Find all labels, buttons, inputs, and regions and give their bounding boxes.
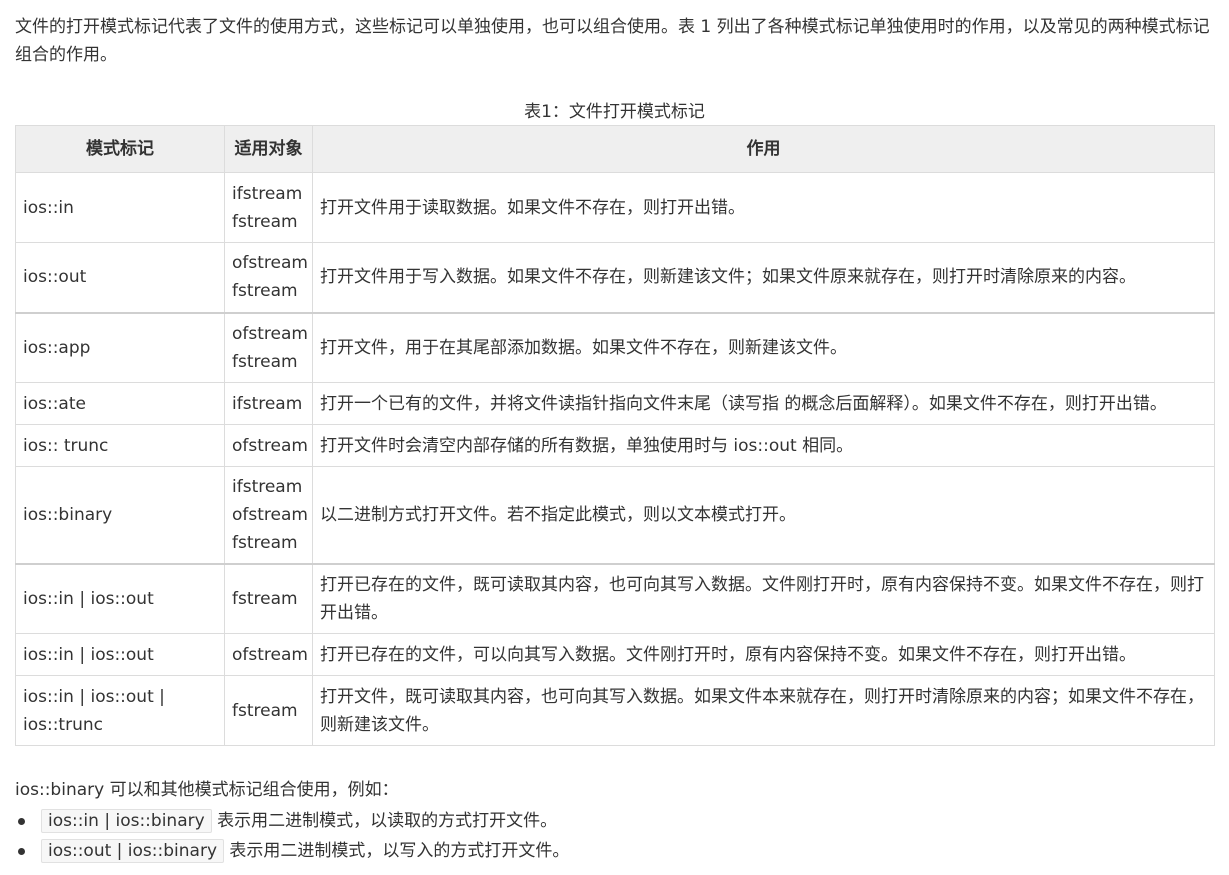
effect-cell: 打开文件用于写入数据。如果文件不存在，则新建该文件；如果文件原来就存在，则打开时… <box>312 242 1215 313</box>
target-cell: fstream <box>224 675 313 746</box>
target-item: fstream <box>232 700 298 721</box>
flag-cell: ios::in | ios::out <box>15 562 225 634</box>
target-item: ifstream <box>232 476 303 497</box>
target-cell: ifstream ofstream fstream <box>224 466 313 564</box>
target-item: fstream <box>232 532 298 553</box>
table-header-row: 模式标记 适用对象 作用 <box>15 125 1215 173</box>
example-text: 表示用二进制模式，以写入的方式打开文件。 <box>229 841 570 861</box>
table-row: ios::binary ifstream ofstream fstream 以二… <box>15 466 1215 564</box>
effect-cell: 打开已存在的文件，既可读取其内容，也可向其写入数据。文件刚打开时，原有内容保持不… <box>312 562 1215 634</box>
table-row: ios::ate ifstream 打开一个已有的文件，并将文件读指针指向文件末… <box>15 382 1215 425</box>
target-cell: ofstream <box>224 424 313 467</box>
target-cell: ifstream fstream <box>224 172 313 243</box>
effect-cell: 打开文件用于读取数据。如果文件不存在，则打开出错。 <box>312 172 1215 243</box>
table-caption: 表1：文件打开模式标记 <box>524 102 705 122</box>
bullet-icon <box>18 848 25 855</box>
target-item: ifstream <box>232 393 303 414</box>
target-item: fstream <box>232 588 298 609</box>
target-item: ifstream <box>232 183 303 204</box>
table-row: ios::in | ios::out | ios::trunc fstream … <box>15 675 1215 746</box>
flag-cell: ios::in <box>15 172 225 243</box>
effect-cell: 打开一个已有的文件，并将文件读指针指向文件末尾（读写指 的概念后面解释）。如果文… <box>312 382 1215 425</box>
list-item: ios::out | ios::binary 表示用二进制模式，以写入的方式打开… <box>15 836 1214 866</box>
table-row: ios::in | ios::out ofstream 打开已存在的文件，可以向… <box>15 633 1215 676</box>
flag-cell: ios::in | ios::out | ios::trunc <box>15 675 225 746</box>
target-cell: ofstream <box>224 633 313 676</box>
target-item: ofstream <box>232 644 308 665</box>
article-body: 文件的打开模式标记代表了文件的使用方式，这些标记可以单独使用，也可以组合使用。表… <box>15 0 1215 866</box>
intro-paragraph: 文件的打开模式标记代表了文件的使用方式，这些标记可以单独使用，也可以组合使用。表… <box>15 17 1210 65</box>
flag-cell: ios::binary <box>15 466 225 564</box>
bullet-icon <box>18 818 25 825</box>
target-cell: ifstream <box>224 382 313 425</box>
flag-cell: ios:: trunc <box>15 424 225 467</box>
list-item: ios::in | ios::binary 表示用二进制模式，以读取的方式打开文… <box>15 806 1214 836</box>
target-cell: ofstream fstream <box>224 242 313 313</box>
target-item: ofstream <box>232 435 308 456</box>
target-item: fstream <box>232 281 298 302</box>
flag-cell: ios::ate <box>15 382 225 425</box>
table-row: ios::in | ios::out fstream 打开已存在的文件，既可读取… <box>15 562 1215 634</box>
table-row: ios::out ofstream fstream 打开文件用于写入数据。如果文… <box>15 242 1215 313</box>
header-target: 适用对象 <box>224 125 313 173</box>
effect-cell: 打开文件，用于在其尾部添加数据。如果文件不存在，则新建该文件。 <box>312 311 1215 383</box>
effect-cell: 打开已存在的文件，可以向其写入数据。文件刚打开时，原有内容保持不变。如果文件不存… <box>312 633 1215 676</box>
example-text: 表示用二进制模式，以读取的方式打开文件。 <box>217 811 558 831</box>
inline-code: ios::out | ios::binary <box>41 839 225 863</box>
examples-list: ios::in | ios::binary 表示用二进制模式，以读取的方式打开文… <box>15 806 1214 866</box>
effect-cell: 以二进制方式打开文件。若不指定此模式，则以文本模式打开。 <box>312 466 1215 564</box>
outro-paragraph: ios::binary 可以和其他模式标记组合使用，例如： <box>15 780 399 800</box>
effect-cell: 打开文件时会清空内部存储的所有数据，单独使用时与 ios::out 相同。 <box>312 424 1215 467</box>
flag-cell: ios::out <box>15 242 225 313</box>
target-cell: ofstream fstream <box>224 311 313 383</box>
inline-code: ios::in | ios::binary <box>41 809 212 833</box>
target-cell: fstream <box>224 562 313 634</box>
header-flag: 模式标记 <box>15 125 225 173</box>
target-item: ofstream <box>232 253 308 274</box>
header-effect: 作用 <box>312 125 1215 173</box>
target-item: ofstream <box>232 323 308 344</box>
flag-cell: ios::app <box>15 311 225 383</box>
mode-flags-table: 模式标记 适用对象 作用 ios::in ifstream fstream 打开… <box>15 125 1215 746</box>
target-item: ofstream <box>232 504 308 525</box>
flag-cell: ios::in | ios::out <box>15 633 225 676</box>
effect-cell: 打开文件，既可读取其内容，也可向其写入数据。如果文件本来就存在，则打开时清除原来… <box>312 675 1215 746</box>
target-item: fstream <box>232 211 298 232</box>
target-item: fstream <box>232 351 298 372</box>
table-row: ios:: trunc ofstream 打开文件时会清空内部存储的所有数据，单… <box>15 424 1215 467</box>
table-row: ios::in ifstream fstream 打开文件用于读取数据。如果文件… <box>15 172 1215 243</box>
table-row: ios::app ofstream fstream 打开文件，用于在其尾部添加数… <box>15 311 1215 383</box>
